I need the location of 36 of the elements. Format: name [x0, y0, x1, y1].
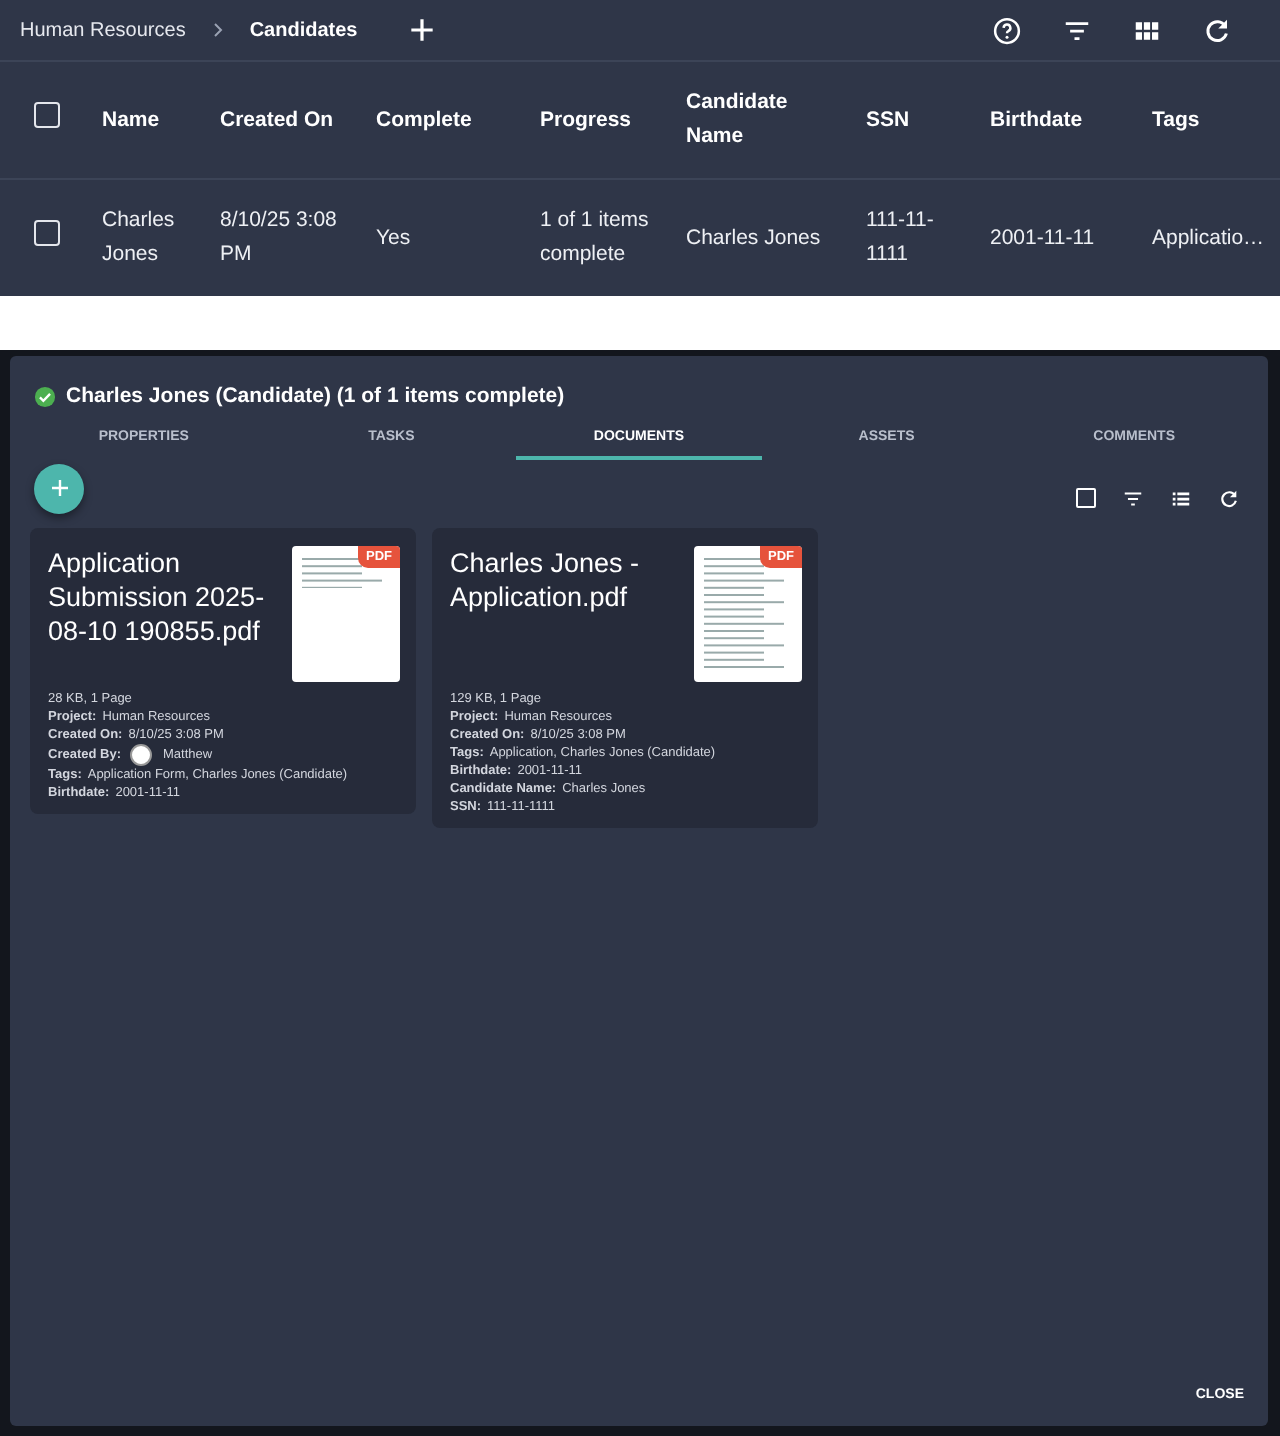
row-checkbox[interactable] — [34, 219, 60, 245]
table-cell-text: Charles Jones — [102, 206, 177, 270]
add-icon[interactable] — [405, 14, 438, 46]
add-button[interactable] — [34, 463, 84, 513]
column-header[interactable]: Name — [102, 103, 220, 137]
document-title[interactable]: Application Submission 2025-08-10 190855.pdf — [48, 546, 280, 648]
refresh-icon[interactable] — [1202, 15, 1232, 45]
table-cell-text: 8/10/25 3:08 PM — [220, 206, 339, 270]
column-header[interactable]: Tags — [1152, 103, 1280, 137]
refresh-icon[interactable] — [1218, 487, 1240, 509]
column-header[interactable]: Birthdate — [990, 103, 1152, 137]
document-card[interactable] — [30, 528, 416, 814]
document-title[interactable]: Charles Jones - Application.pdf — [450, 546, 682, 614]
dialog-title: Charles Jones (Candidate) (1 of 1 items complete) — [66, 384, 565, 408]
breadcrumb-link[interactable]: Human Resources — [20, 19, 186, 41]
column-header[interactable]: Candidate Name — [686, 86, 866, 154]
document-preview-drawing — [704, 558, 784, 668]
list-view-icon[interactable] — [1170, 487, 1192, 509]
avatar — [130, 744, 153, 766]
select-checkbox[interactable] — [1076, 488, 1096, 508]
table-cell-text: 1 of 1 items complete — [540, 206, 651, 270]
filter-icon[interactable] — [1122, 487, 1144, 509]
column-header[interactable]: Created On — [220, 103, 376, 137]
table-cell-text: 2001-11-11 — [990, 223, 1097, 253]
table-cell-text: Yes — [376, 223, 413, 253]
select-all-checkbox[interactable] — [34, 101, 60, 127]
table-cell-text: 111-11-1111 — [866, 206, 936, 270]
column-header[interactable]: Complete — [376, 103, 540, 137]
breadcrumb-link[interactable]: Candidates — [249, 19, 358, 41]
column-header[interactable]: Progress — [540, 103, 686, 137]
column-header[interactable]: SSN — [866, 103, 990, 137]
document-card[interactable] — [432, 528, 818, 828]
help-icon[interactable] — [992, 15, 1022, 45]
table-cell-text: Applicatio… — [1152, 223, 1267, 253]
plus-icon — [47, 476, 71, 500]
table-cell-text: Charles Jones — [686, 223, 823, 253]
